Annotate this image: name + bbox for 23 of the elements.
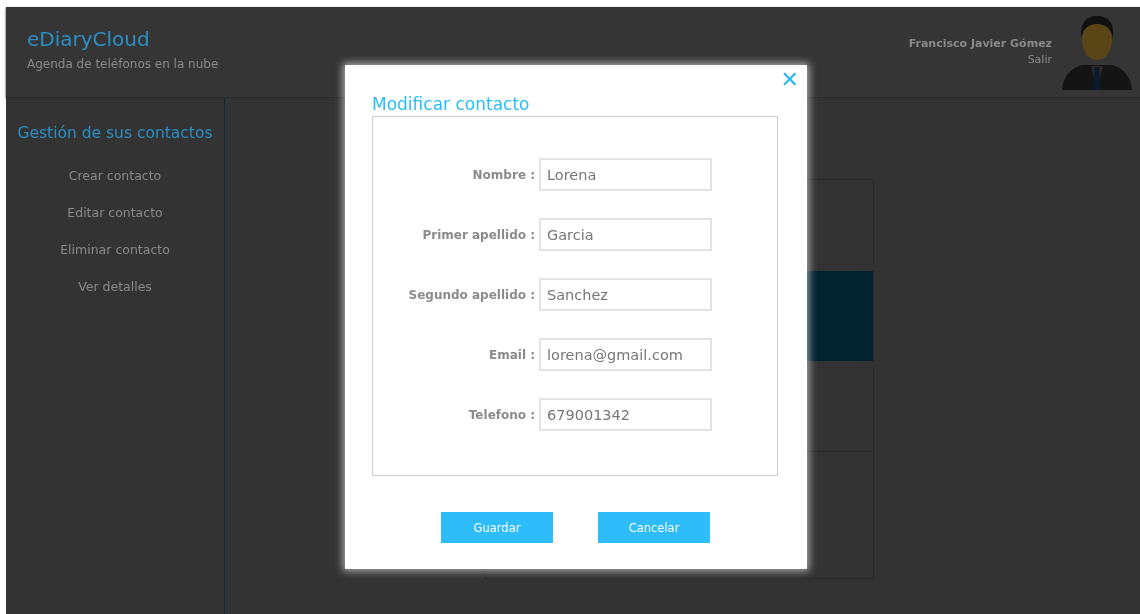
user-name: Francisco Javier Gómez — [908, 37, 1052, 50]
sidebar-item[interactable]: Eliminar contacto — [60, 242, 170, 257]
sidebar-title: Gestión de sus contactos — [17, 124, 213, 142]
save-button[interactable]: Guardar — [441, 512, 553, 543]
sidebar-item[interactable]: Editar contacto — [67, 205, 163, 220]
input-field[interactable]: 679001342 — [539, 398, 712, 431]
input-field[interactable]: Sanchez — [539, 278, 712, 311]
input-field[interactable]: Garcia — [539, 218, 712, 251]
input-field[interactable]: Lorena — [539, 158, 712, 191]
field-label: Segundo apellido : — [407, 287, 535, 302]
cancel-button[interactable]: Cancelar — [598, 512, 710, 543]
sidebar-item[interactable]: Ver detalles — [78, 279, 152, 294]
field-label: Email : — [488, 347, 535, 362]
close-button[interactable]: ✕ — [778, 67, 801, 92]
field-label: Primer apellido : — [421, 227, 535, 242]
dialog-title: Modificar contacto — [372, 93, 531, 116]
logout-link[interactable]: Salir — [1027, 53, 1052, 66]
sidebar-item[interactable]: Crear contacto — [68, 168, 162, 183]
input-field[interactable]: lorena@gmail.com — [539, 338, 712, 371]
field-label: Telefono : — [467, 407, 535, 422]
field-label: Nombre : — [471, 167, 535, 182]
app-logo-text: eDiaryCloud — [27, 27, 151, 51]
app-tagline: Agenda de teléfonos en la nube — [27, 57, 219, 71]
